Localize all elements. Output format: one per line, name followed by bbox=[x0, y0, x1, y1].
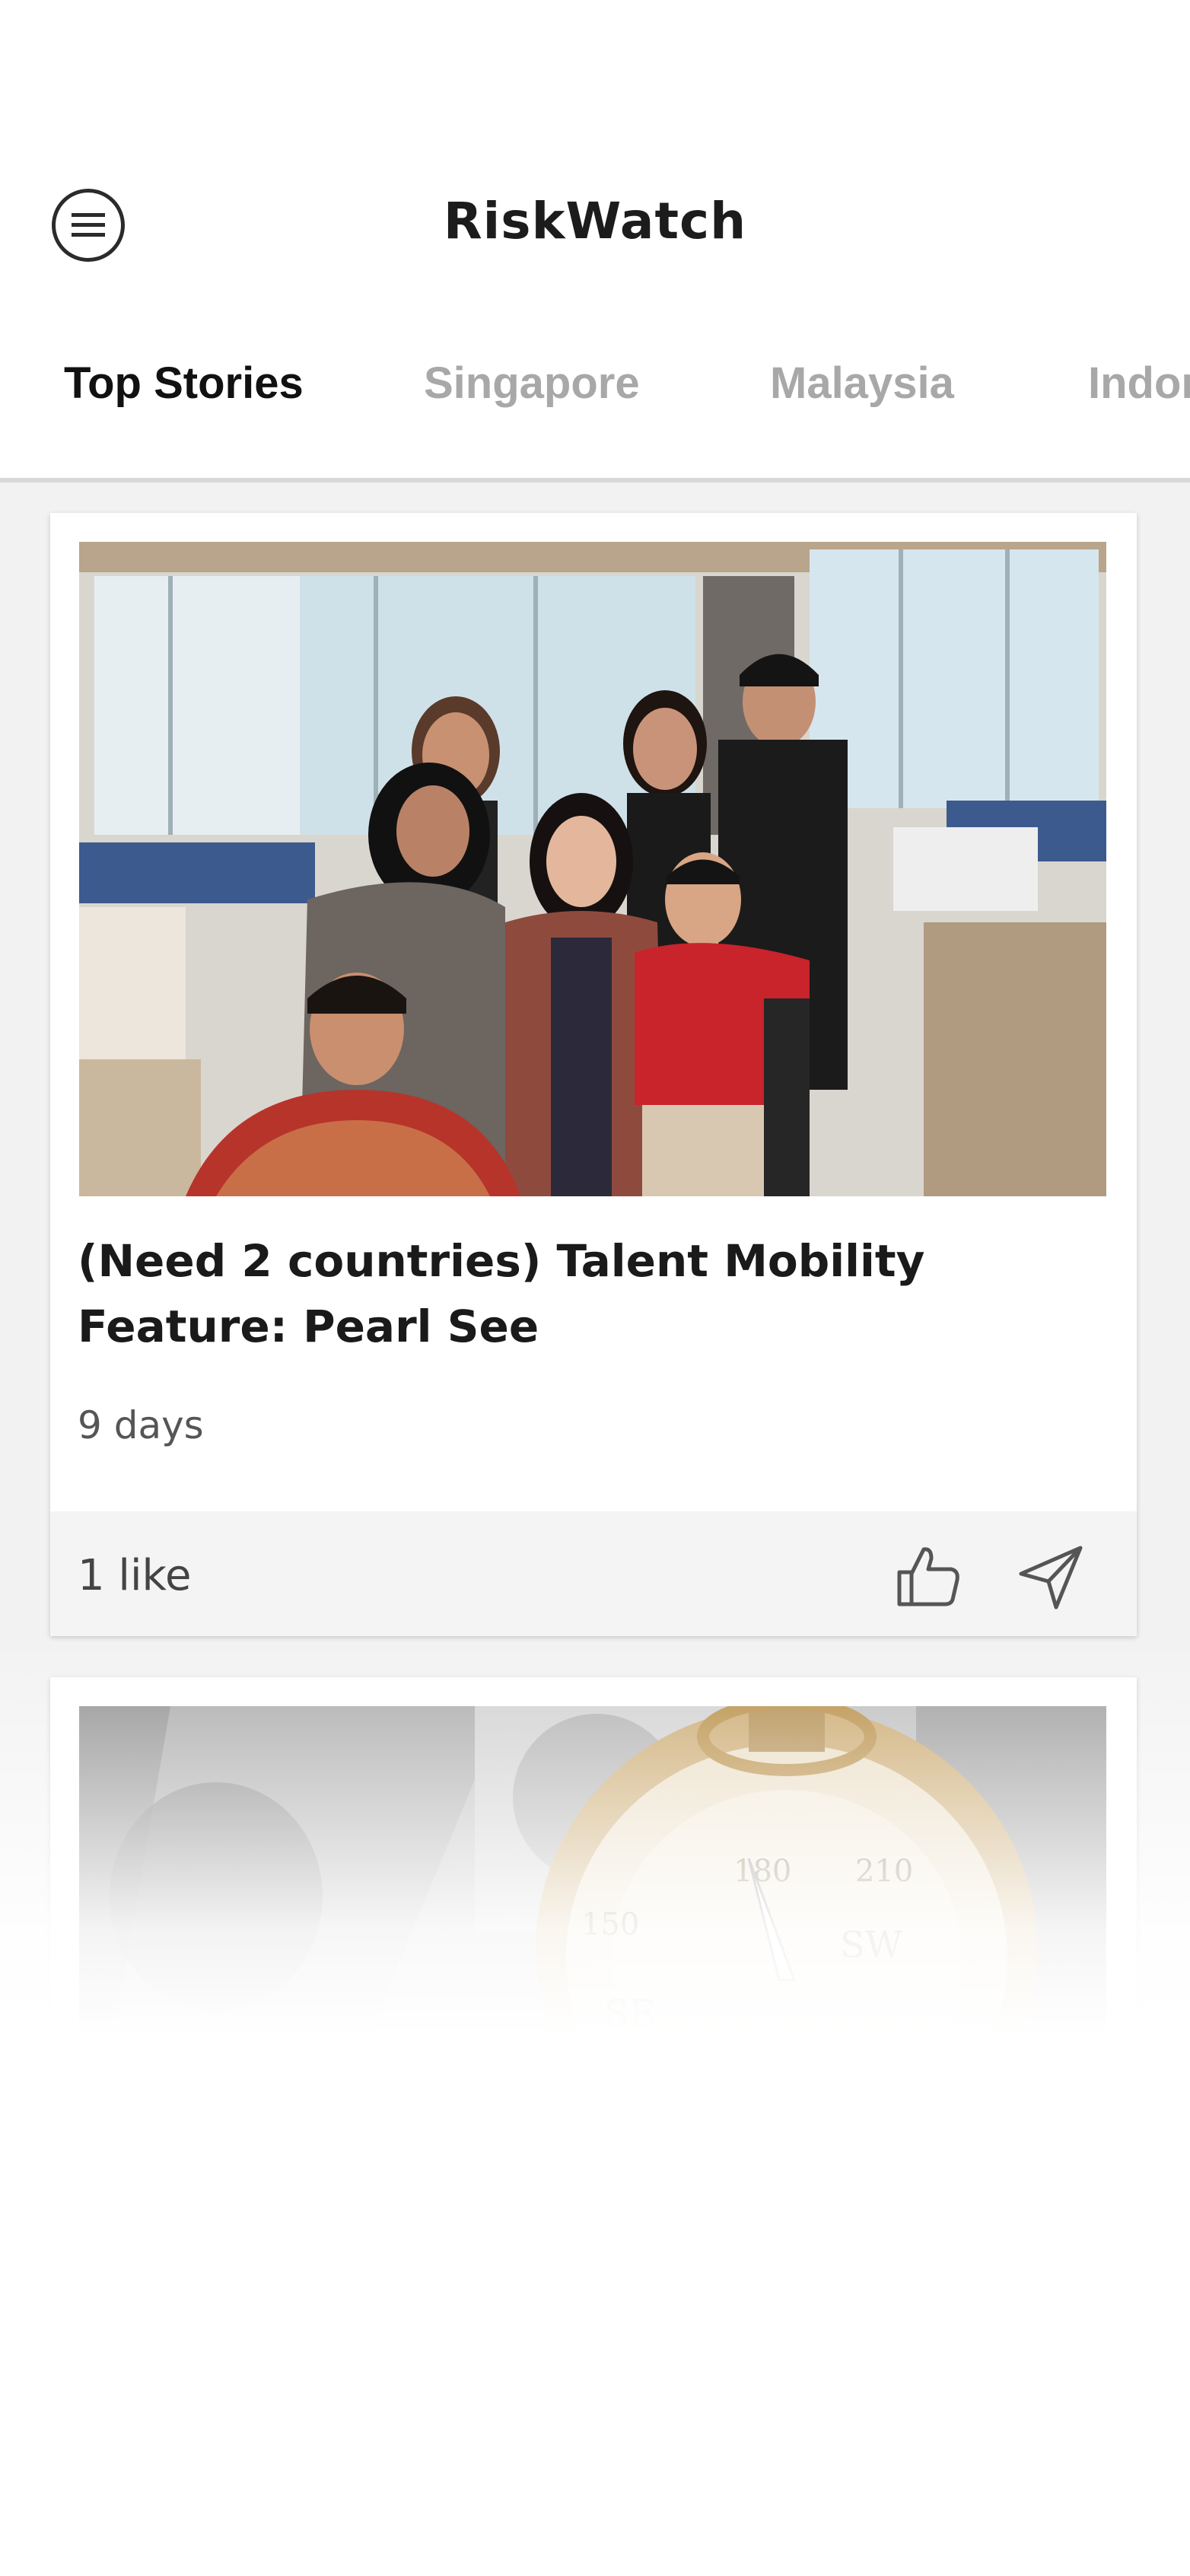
bottom-blank-area bbox=[0, 2169, 1190, 2576]
app-title: RiskWatch bbox=[443, 192, 747, 250]
send-icon[interactable] bbox=[1015, 1540, 1088, 1613]
story-title[interactable]: (Need 2 countries) Talent Mobility Featu… bbox=[78, 1228, 1067, 1359]
thumbs-up-icon[interactable] bbox=[892, 1540, 965, 1613]
category-tabs: Top Stories Singapore Malaysia Indon bbox=[0, 358, 1190, 441]
svg-text:SE: SE bbox=[604, 1992, 656, 2035]
like-count: 1 like bbox=[78, 1551, 192, 1600]
tab-malaysia[interactable]: Malaysia bbox=[770, 358, 954, 409]
story-image[interactable]: 180 210 150 SW SE bbox=[79, 1706, 1106, 2148]
svg-text:180: 180 bbox=[733, 1854, 791, 1889]
story-timestamp: 9 days bbox=[78, 1403, 204, 1447]
svg-text:SW: SW bbox=[840, 1924, 903, 1966]
app-header: RiskWatch bbox=[0, 0, 1190, 320]
story-card[interactable]: (Need 2 countries) Talent Mobility Featu… bbox=[50, 513, 1137, 1636]
story-card[interactable]: 180 210 150 SW SE bbox=[50, 1677, 1137, 2148]
story-footer: 1 like bbox=[50, 1511, 1137, 1636]
svg-text:150: 150 bbox=[581, 1907, 639, 1942]
tab-indonesia[interactable]: Indon bbox=[1088, 358, 1190, 409]
tab-singapore[interactable]: Singapore bbox=[424, 358, 640, 409]
app-root: RiskWatch Top Stories Singapore Malaysia… bbox=[0, 0, 1190, 2576]
svg-text:210: 210 bbox=[855, 1854, 913, 1889]
story-image[interactable] bbox=[79, 542, 1106, 1196]
tab-top-stories[interactable]: Top Stories bbox=[64, 358, 304, 409]
